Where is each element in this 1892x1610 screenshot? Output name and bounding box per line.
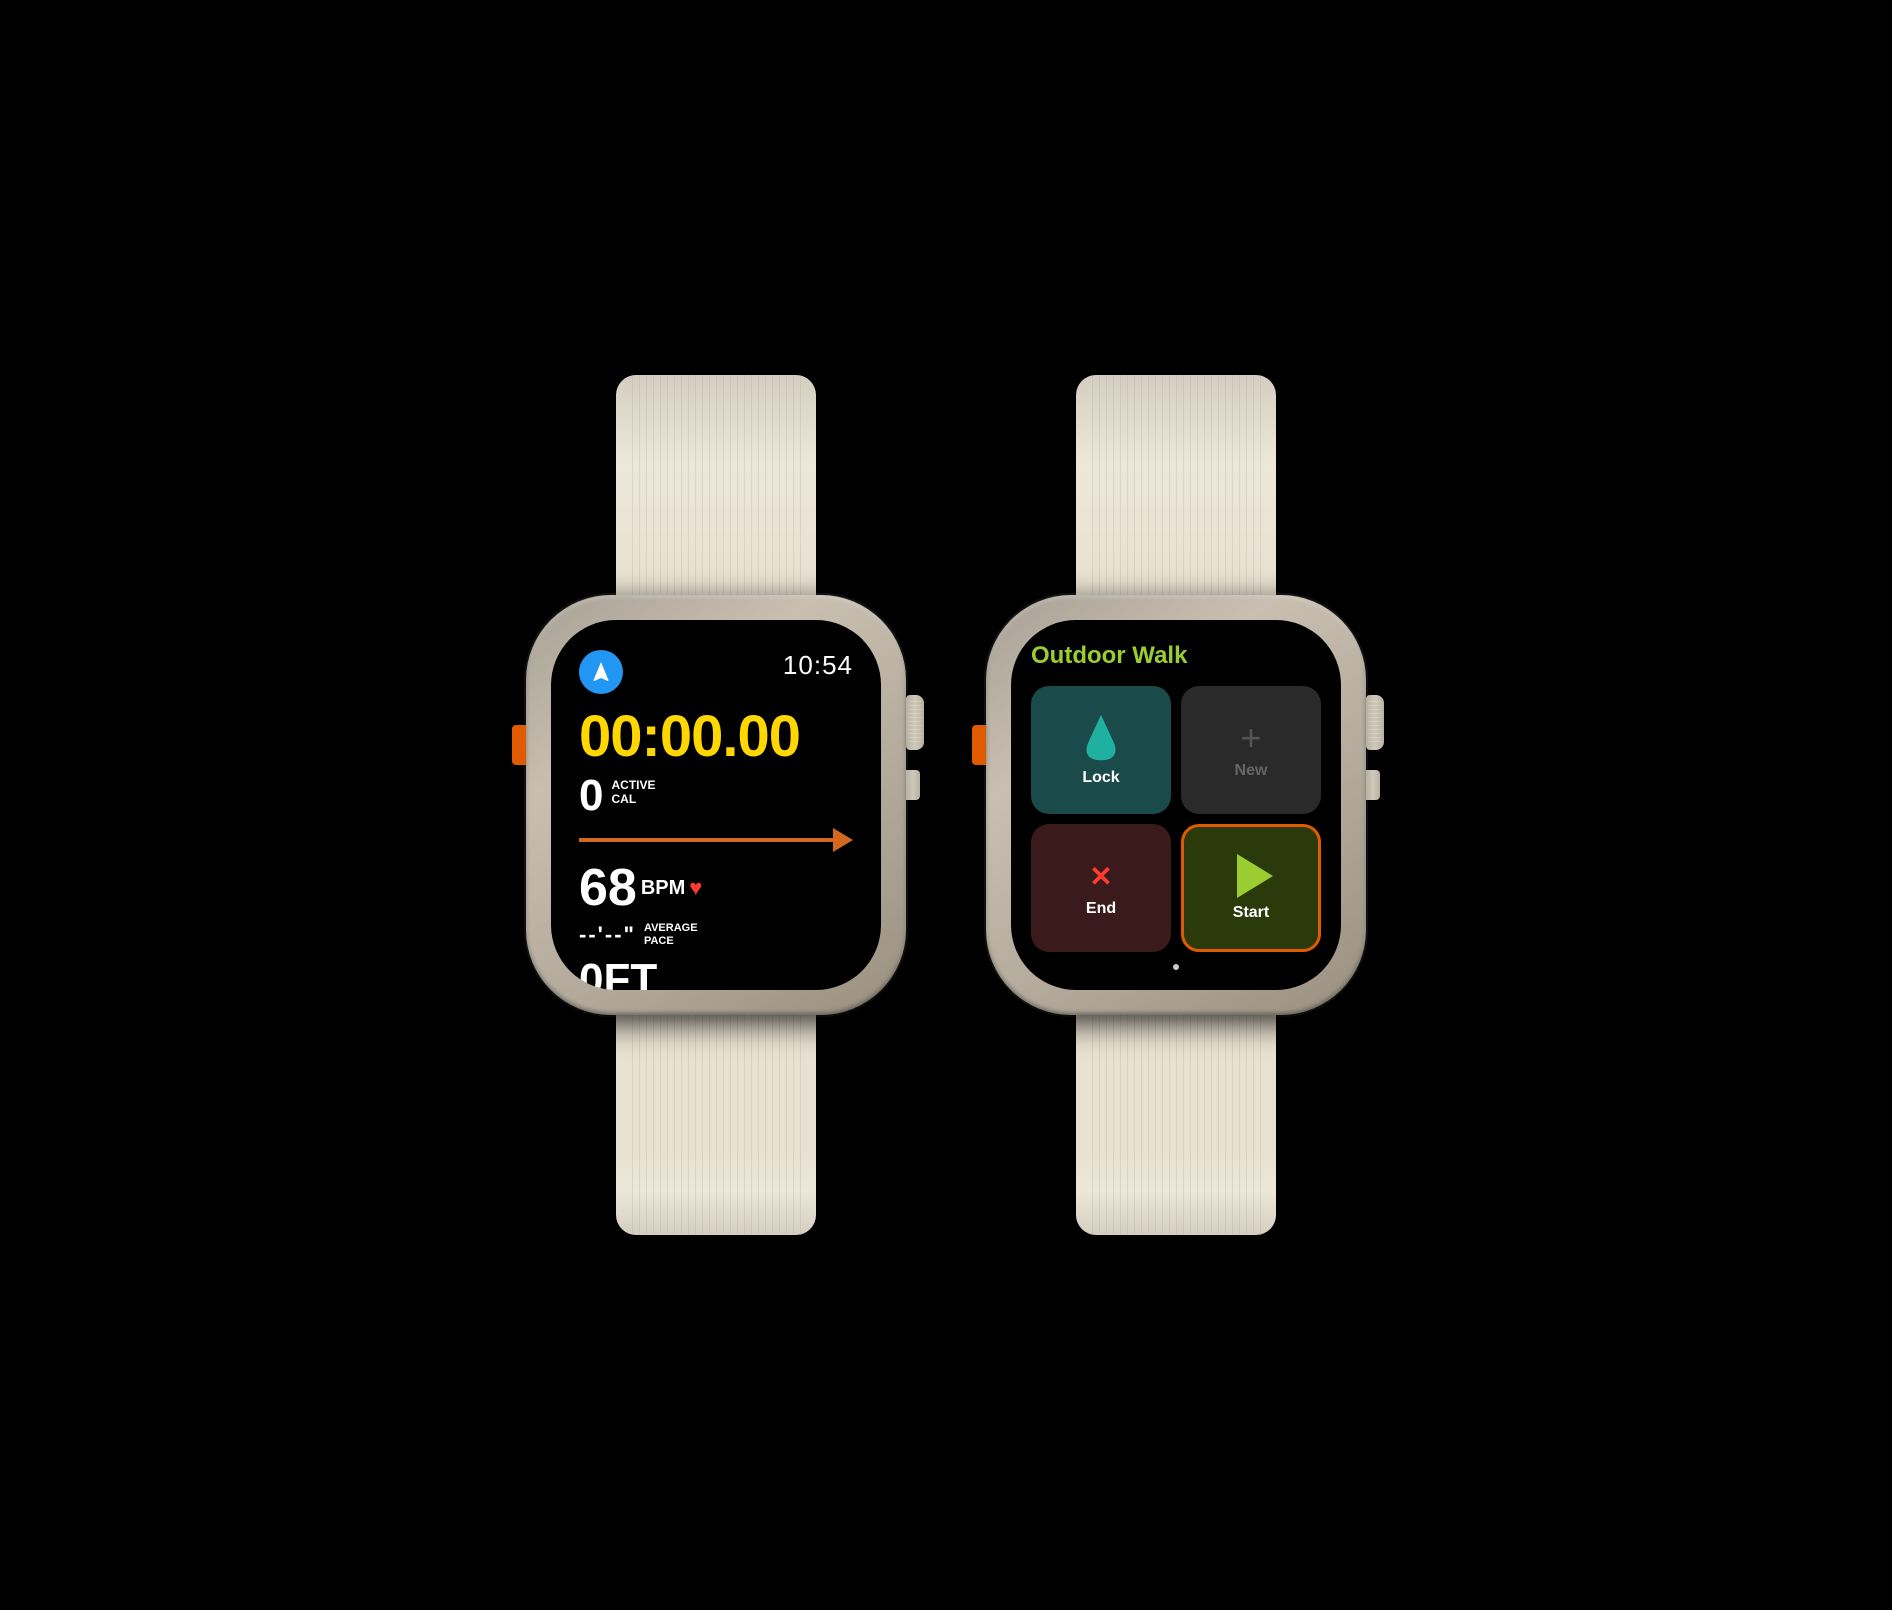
watch-button-right[interactable] bbox=[1366, 770, 1380, 800]
end-button[interactable]: End bbox=[1031, 824, 1171, 952]
watch-left: 10:54 00:00.00 0 ACTIVECAL 68 BPM ♥ bbox=[526, 375, 906, 1235]
calories-row: 0 ACTIVECAL bbox=[579, 774, 853, 818]
controls-screen: Outdoor Walk Lock New bbox=[1011, 620, 1341, 990]
arrow-row bbox=[579, 828, 853, 852]
timer-value: 00:00.00 bbox=[579, 708, 853, 766]
band-bottom-right bbox=[1076, 1015, 1276, 1235]
watch-button-left[interactable] bbox=[906, 770, 920, 800]
band-top-left bbox=[616, 375, 816, 595]
watch-crown-left[interactable] bbox=[906, 695, 924, 750]
page-dots-right bbox=[1031, 964, 1321, 970]
watch-screen-right: Outdoor Walk Lock New bbox=[1011, 620, 1341, 990]
pace-dashes: --'--" bbox=[579, 922, 636, 948]
watch-body-right: Outdoor Walk Lock New bbox=[986, 595, 1366, 1015]
new-button[interactable]: New bbox=[1181, 686, 1321, 814]
timer-row: 00:00.00 bbox=[579, 708, 853, 766]
x-icon bbox=[1083, 858, 1119, 894]
workout-screen: 10:54 00:00.00 0 ACTIVECAL 68 BPM ♥ bbox=[551, 620, 881, 990]
workout-title: Outdoor Walk bbox=[1031, 642, 1321, 670]
watch-crown-right[interactable] bbox=[1366, 695, 1384, 750]
new-label: New bbox=[1235, 762, 1268, 780]
drop-svg bbox=[1082, 713, 1120, 763]
watch-body-left: 10:54 00:00.00 0 ACTIVECAL 68 BPM ♥ bbox=[526, 595, 906, 1015]
calories-number: 0 bbox=[579, 774, 603, 818]
start-label: Start bbox=[1233, 904, 1269, 922]
lock-label: Lock bbox=[1082, 769, 1119, 787]
bpm-number: 68 bbox=[579, 862, 637, 914]
plus-icon bbox=[1233, 720, 1269, 756]
arrow-head-icon bbox=[833, 828, 853, 852]
water-drop-icon bbox=[1082, 713, 1120, 763]
bpm-row: 68 BPM ♥ bbox=[579, 862, 853, 914]
start-button[interactable]: Start bbox=[1181, 824, 1321, 952]
bpm-label: BPM bbox=[641, 877, 685, 900]
band-bottom-left bbox=[616, 1015, 816, 1235]
navigation-icon bbox=[579, 650, 623, 694]
play-icon bbox=[1237, 854, 1273, 898]
dot-single bbox=[1173, 964, 1179, 970]
watch-orange-button-right[interactable] bbox=[972, 725, 986, 765]
watch-screen-left: 10:54 00:00.00 0 ACTIVECAL 68 BPM ♥ bbox=[551, 620, 881, 990]
distance-row: 0FT bbox=[579, 958, 853, 990]
calories-label: ACTIVECAL bbox=[611, 778, 655, 807]
pace-label: AVERAGEPACE bbox=[644, 922, 698, 948]
distance-value: 0FT bbox=[579, 958, 853, 990]
heart-icon: ♥ bbox=[689, 875, 702, 901]
arrow-line bbox=[579, 838, 833, 842]
pace-row: --'--" AVERAGEPACE bbox=[579, 922, 853, 948]
lock-button[interactable]: Lock bbox=[1031, 686, 1171, 814]
watch-right: Outdoor Walk Lock New bbox=[986, 375, 1366, 1235]
watch-orange-button-left[interactable] bbox=[512, 725, 526, 765]
band-top-right bbox=[1076, 375, 1276, 595]
workout-header: 10:54 bbox=[579, 650, 853, 694]
time-display: 10:54 bbox=[783, 650, 853, 681]
end-label: End bbox=[1086, 900, 1116, 918]
arrow-icon bbox=[589, 660, 613, 684]
buttons-grid: Lock New End Start bbox=[1031, 686, 1321, 952]
